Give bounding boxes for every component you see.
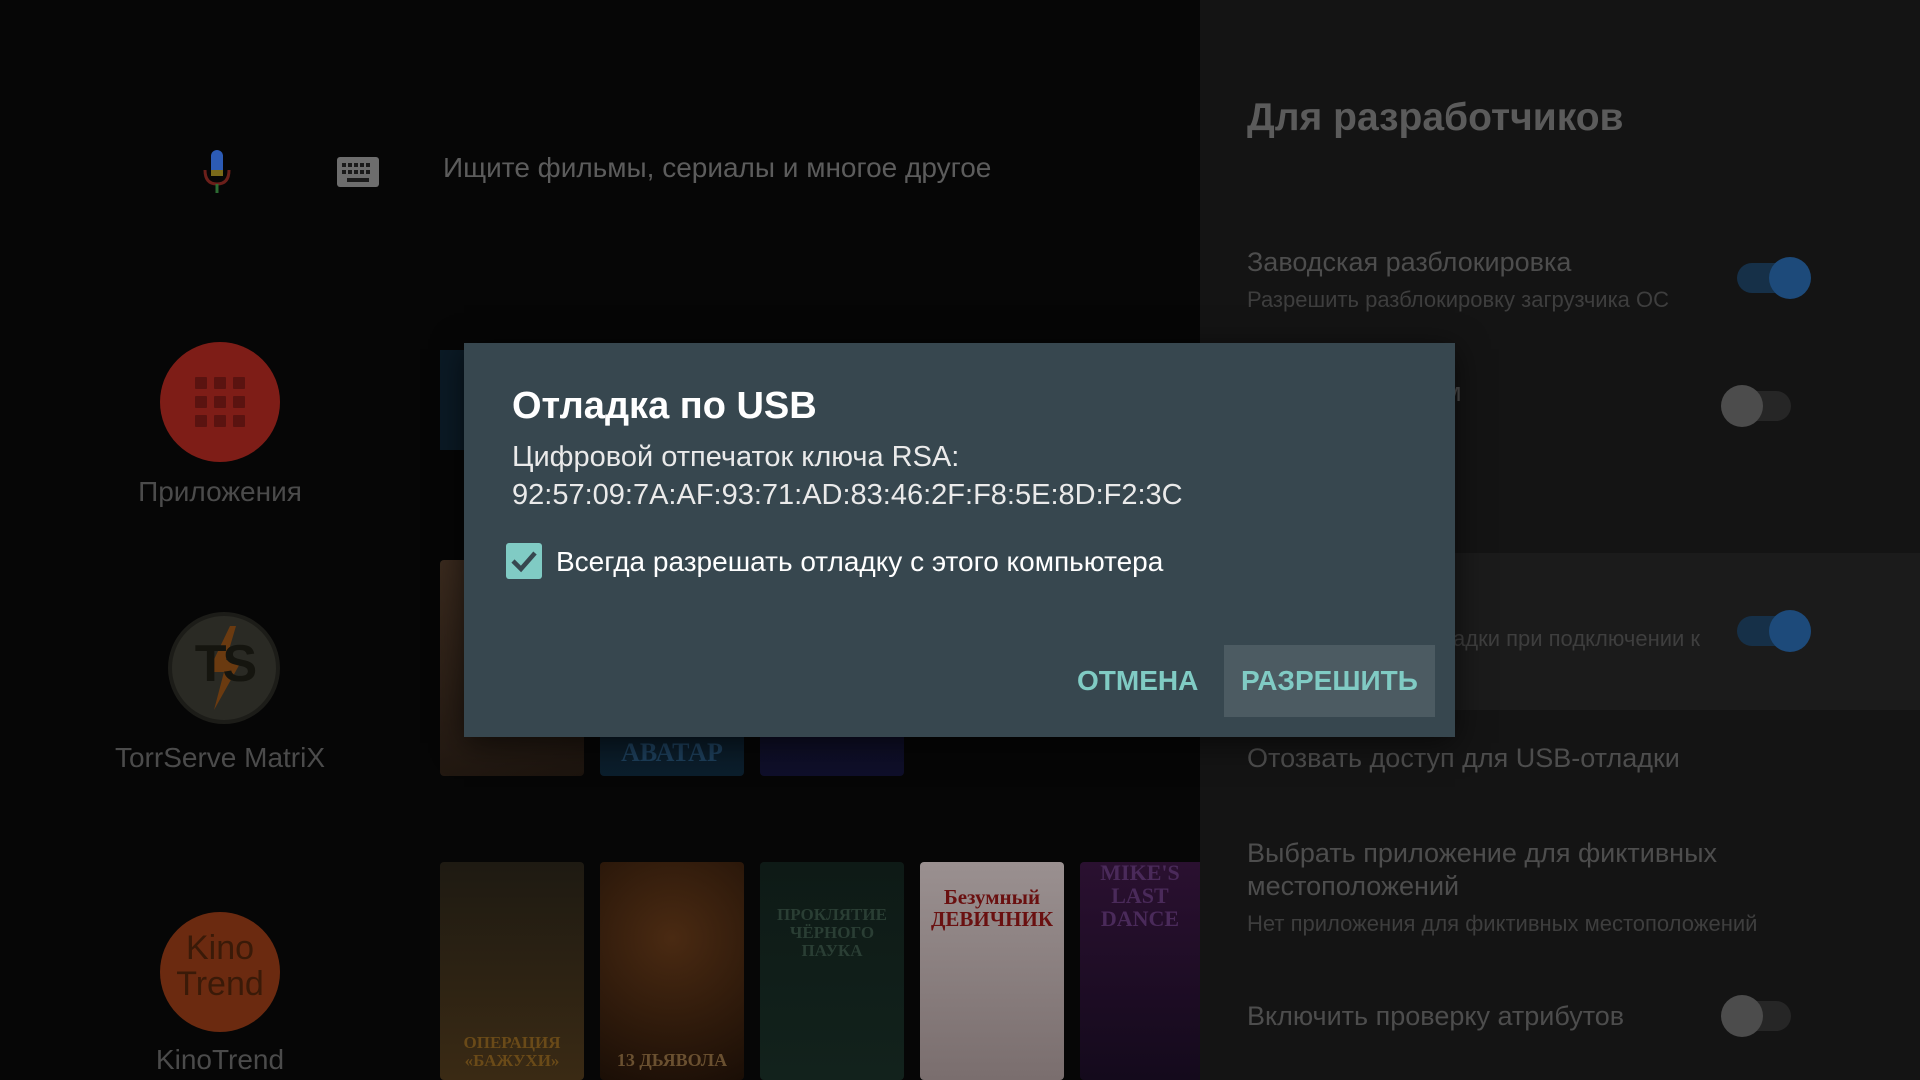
kinotrend-logo-text: Kino Trend xyxy=(176,929,264,1003)
oem-unlock-toggle[interactable] xyxy=(1737,257,1811,299)
poster[interactable]: Безумный ДЕВИЧНИК xyxy=(920,862,1064,1080)
poster[interactable]: 13 ДЬЯВОЛА xyxy=(600,862,744,1080)
torrserve-logo-text: TS xyxy=(194,635,257,693)
attribute-check-toggle[interactable] xyxy=(1721,995,1791,1037)
poster[interactable]: ОПЕРАЦИЯ «БАЖУХИ» xyxy=(440,862,584,1080)
poster-title: ОПЕРАЦИЯ «БАЖУХИ» xyxy=(463,1033,561,1071)
poster[interactable]: ПРОКЛЯТИЕ ЧЁРНОГО ПАУКА xyxy=(760,862,904,1080)
allow-button[interactable]: РАЗРЕШИТЬ xyxy=(1224,645,1435,717)
apps-grid-icon xyxy=(195,377,245,427)
setting-oem-unlock[interactable]: Заводская разблокировка Разрешить разбло… xyxy=(1247,246,1669,313)
setting-mock-location[interactable]: Выбрать приложение для фиктивных местопо… xyxy=(1247,837,1807,937)
microphone-icon[interactable] xyxy=(201,150,233,194)
dialog-message: Цифровой отпечаток ключа RSA: 92:57:09:7… xyxy=(512,438,1183,514)
poster-title: MAGIC MIKE'S LAST DANCE xyxy=(1100,862,1180,931)
setting-revoke-usb[interactable]: Отозвать доступ для USB-отладки xyxy=(1247,742,1680,775)
cancel-button[interactable]: ОТМЕНА xyxy=(1060,645,1215,717)
kinotrend-label: KinoTrend xyxy=(155,1044,285,1075)
setting-attribute-check[interactable]: Включить проверку атрибутов xyxy=(1247,1000,1624,1033)
poster-title: 13 ДЬЯВОЛА xyxy=(616,1050,728,1071)
poster-title: ПРОКЛЯТИЕ ЧЁРНОГО ПАУКА xyxy=(777,905,887,961)
poster[interactable]: MAGIC MIKE'S LAST DANCE xyxy=(1080,862,1200,1080)
torrserve-logo[interactable]: TS xyxy=(168,612,280,724)
dialog-title: Отладка по USB xyxy=(512,385,817,427)
always-allow-label[interactable]: Всегда разрешать отладку с этого компьют… xyxy=(556,546,1163,578)
poster-title: Безумный ДЕВИЧНИК xyxy=(930,884,1054,931)
keyboard-icon[interactable] xyxy=(337,157,379,187)
always-allow-checkbox[interactable] xyxy=(506,543,542,579)
fingerprint-value: 92:57:09:7A:AF:93:71:AD:83:46:2F:F8:5E:8… xyxy=(512,479,1183,511)
usb-debugging-dialog: Отладка по USB Цифровой отпечаток ключа … xyxy=(464,343,1455,737)
apps-label: Приложения xyxy=(138,476,302,507)
torrserve-label: TorrServe MatriX xyxy=(114,742,326,773)
fingerprint-label: Цифровой отпечаток ключа RSA: xyxy=(512,441,960,473)
setting-usb-debugging[interactable]: адки при подключении к xyxy=(1453,626,1700,652)
setting-toggle[interactable] xyxy=(1721,385,1791,427)
checkmark-icon xyxy=(511,551,537,573)
usb-debugging-toggle[interactable] xyxy=(1737,610,1811,652)
search-placeholder[interactable]: Ищите фильмы, сериалы и многое другое xyxy=(443,152,991,184)
apps-button[interactable] xyxy=(160,342,280,462)
page-title: Для разработчиков xyxy=(1247,96,1624,139)
poster-title: АВАТАР xyxy=(621,737,723,767)
kinotrend-logo[interactable]: Kino Trend xyxy=(160,912,280,1032)
